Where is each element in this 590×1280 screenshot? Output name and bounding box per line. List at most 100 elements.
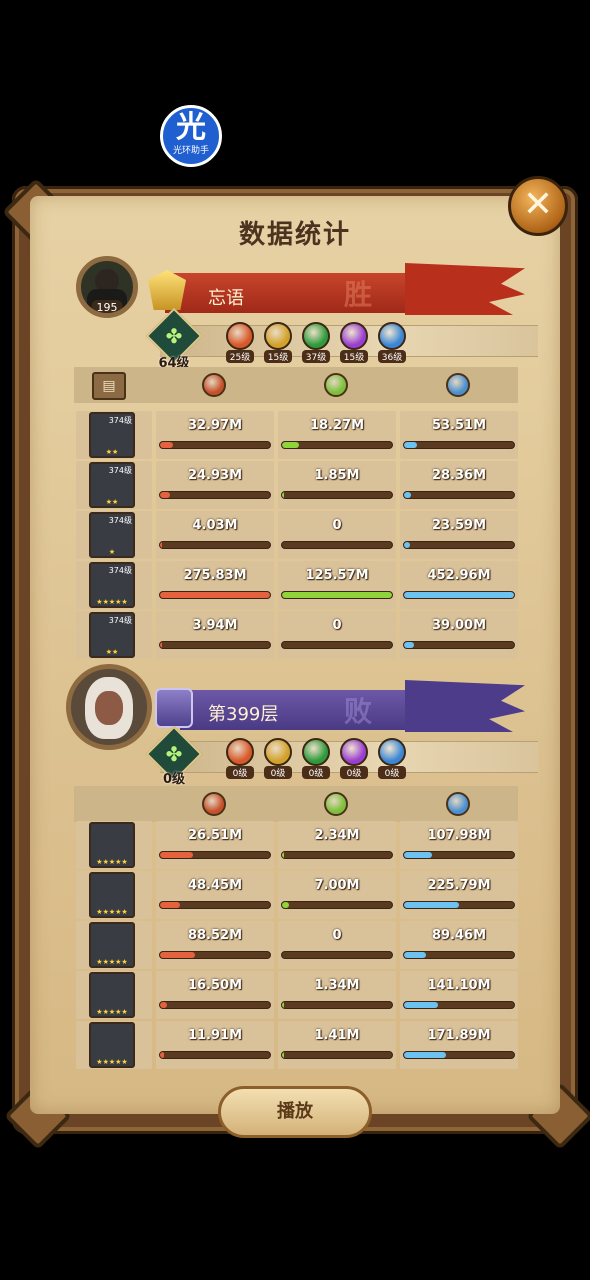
damage-bar-fill (160, 642, 163, 648)
taken-bar-fill (404, 902, 459, 908)
leaf-icon[interactable] (302, 322, 330, 350)
fire-icon[interactable] (226, 322, 254, 350)
taken-bar (403, 951, 515, 959)
taken-bar (403, 591, 515, 599)
damage-bar-fill (160, 442, 174, 448)
enemy-avatar[interactable] (66, 664, 152, 750)
damage-bar-fill (160, 852, 193, 858)
heal-icon (324, 373, 348, 397)
damage-bar (159, 1001, 271, 1009)
buff-level: 25级 (226, 350, 254, 363)
taken-value: 53.51M (431, 418, 487, 433)
defense-icon (446, 373, 470, 397)
taken-bar (403, 901, 515, 909)
hero-stars: ★★ (105, 648, 119, 656)
hero-portrait[interactable]: ★★★★★ (89, 872, 135, 918)
damage-value: 4.03M (192, 518, 238, 533)
hero-stars: ★★★★★ (96, 1008, 128, 1016)
taken-value: 89.46M (431, 928, 487, 943)
report-icon[interactable]: ▤ (92, 372, 126, 400)
hero-portrait[interactable]: ★★★★★ (89, 972, 135, 1018)
orb-icon[interactable] (340, 738, 368, 766)
ice-icon[interactable] (378, 322, 406, 350)
damage-bar (159, 951, 271, 959)
hero-level: 374级 (108, 516, 132, 525)
hero-stars: ★★ (105, 498, 119, 506)
player-avatar-level: 195 (91, 300, 123, 313)
hero-stars: ★★★★★ (96, 598, 128, 606)
hero-portrait[interactable]: ★★★★★ (89, 922, 135, 968)
hero-stars: ★★★★★ (96, 858, 128, 866)
shield-icon[interactable] (264, 738, 292, 766)
hero-stars: ★★★★★ (96, 1058, 128, 1066)
damage-bar-fill (160, 952, 196, 958)
damage-icon (202, 792, 226, 816)
heal-value: 125.57M (305, 568, 369, 583)
damage-bar-fill (160, 1002, 167, 1008)
heal-bar (281, 951, 393, 959)
damage-bar-fill (160, 1052, 165, 1058)
damage-bar (159, 901, 271, 909)
close-button[interactable]: ✕ (508, 176, 568, 236)
fire-icon[interactable] (226, 738, 254, 766)
taken-bar-fill (404, 592, 514, 598)
taken-bar (403, 1051, 515, 1059)
hero-portrait[interactable]: ★★★★★ (89, 822, 135, 868)
player-avatar[interactable]: 195 (76, 256, 138, 318)
hero-portrait[interactable]: 374级 ★★ (89, 612, 135, 658)
heal-bar (281, 441, 393, 449)
buff-level: 0级 (340, 766, 368, 779)
player-banner (165, 273, 415, 313)
damage-bar (159, 491, 271, 499)
heal-bar (281, 1001, 393, 1009)
damage-value: 88.52M (187, 928, 243, 943)
shield-icon[interactable] (264, 322, 292, 350)
enemy-result: 败 (344, 695, 373, 728)
taken-value: 225.79M (427, 878, 491, 893)
hero-level: 374级 (108, 616, 132, 625)
taken-value: 28.36M (431, 468, 487, 483)
damage-bar (159, 541, 271, 549)
heal-bar (281, 901, 393, 909)
hero-portrait[interactable]: 374级 ★★ (89, 412, 135, 458)
damage-value: 26.51M (187, 828, 243, 843)
app-badge[interactable]: 光 光环助手 (160, 105, 222, 167)
taken-bar-fill (404, 1002, 439, 1008)
damage-bar (159, 851, 271, 859)
hero-portrait[interactable]: 374级 ★ (89, 512, 135, 558)
orb-icon[interactable] (340, 322, 368, 350)
app-badge-label: 光环助手 (172, 146, 209, 156)
damage-value: 32.97M (187, 418, 243, 433)
app-badge-glyph: 光 (176, 110, 206, 145)
avatar-face (95, 691, 123, 725)
taken-bar-fill (404, 492, 411, 498)
damage-bar (159, 1051, 271, 1059)
defense-icon (446, 792, 470, 816)
heal-bar (281, 851, 393, 859)
heal-bar-fill (282, 902, 289, 908)
taken-value: 107.98M (427, 828, 491, 843)
heal-bar-fill (282, 1052, 285, 1058)
damage-bar (159, 441, 271, 449)
heal-bar-fill (282, 1002, 285, 1008)
hero-stars: ★★ (105, 448, 119, 456)
taken-value: 141.10M (427, 978, 491, 993)
enemy-name: 第399层 (208, 704, 279, 725)
taken-bar-fill (404, 542, 410, 548)
damage-bar (159, 641, 271, 649)
taken-bar-fill (404, 852, 432, 858)
hero-portrait[interactable]: ★★★★★ (89, 1022, 135, 1068)
taken-bar (403, 441, 515, 449)
damage-value: 16.50M (187, 978, 243, 993)
leaf-icon[interactable] (302, 738, 330, 766)
taken-value: 39.00M (431, 618, 487, 633)
hero-level: 374级 (108, 466, 132, 475)
ice-icon[interactable] (378, 738, 406, 766)
heal-value: 0 (332, 928, 342, 943)
heal-bar-fill (282, 852, 285, 858)
hero-portrait[interactable]: 374级 ★★★★★ (89, 562, 135, 608)
play-button[interactable]: 播放 (218, 1086, 372, 1138)
hero-stars: ★★★★★ (96, 908, 128, 916)
taken-bar-fill (404, 952, 426, 958)
hero-portrait[interactable]: 374级 ★★ (89, 462, 135, 508)
